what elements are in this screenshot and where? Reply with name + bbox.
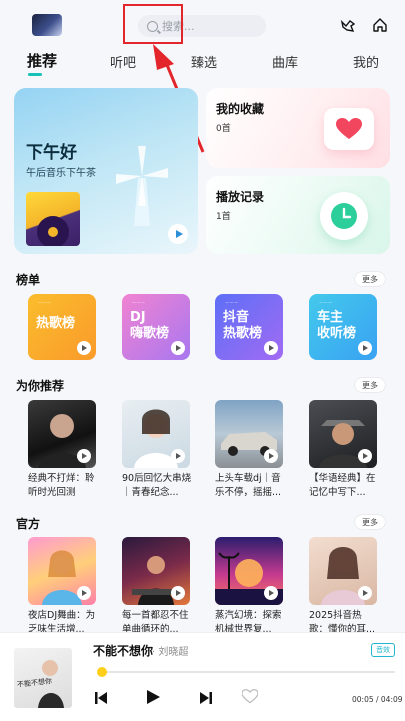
user-avatar[interactable] — [32, 14, 62, 36]
playlist-card[interactable]: 蒸汽幻境：探索机械世界复... — [215, 537, 283, 637]
playlist-cover — [215, 537, 283, 605]
favorites-card[interactable]: 我的收藏 0首 — [206, 88, 390, 168]
home-icon[interactable] — [369, 14, 391, 36]
play-icon[interactable] — [145, 689, 161, 709]
chart-brand: ——— — [132, 300, 146, 305]
favorites-count: 0首 — [216, 124, 231, 134]
chart-dj[interactable]: ——— DJ 嗨歌榜 — [122, 294, 190, 360]
heart-icon — [324, 108, 374, 150]
playlist-card[interactable]: 每一首都忍不住单曲循环的... — [122, 537, 190, 637]
charts-section-title: 榜单 — [16, 273, 41, 287]
tab-library[interactable]: 曲库 — [272, 52, 298, 71]
playlist-play-button[interactable] — [77, 586, 91, 600]
play-icon — [175, 230, 183, 238]
playlist-play-button[interactable] — [171, 586, 185, 600]
playlist-cover — [309, 400, 377, 468]
history-title: 播放记录 — [216, 190, 265, 204]
previous-icon[interactable] — [94, 690, 108, 709]
greeting-banner[interactable]: 下午好 午后音乐下午茶 — [14, 88, 198, 254]
chart-hot-play[interactable] — [77, 341, 91, 355]
charts-more-button[interactable]: 更多 — [355, 272, 385, 286]
playlist-caption: 【华语经典】在记忆中写下... — [309, 473, 376, 498]
now-playing-artist: · 刘晓超 — [152, 647, 189, 658]
chart-douyin[interactable]: ——— 抖音 热歌榜 — [215, 294, 283, 360]
favorites-title: 我的收藏 — [216, 102, 265, 116]
playlist-cover — [28, 537, 96, 605]
next-icon[interactable] — [199, 690, 213, 709]
chart-car[interactable]: ——— 车主 收听榜 — [309, 294, 377, 360]
chart-douyin-line1: 抖音 — [223, 310, 250, 325]
playlist-play-button[interactable] — [171, 449, 185, 463]
banner-title: 下午好 — [26, 143, 77, 163]
tab-mine[interactable]: 我的 — [353, 52, 379, 71]
chart-dj-play[interactable] — [171, 341, 185, 355]
history-count: 1首 — [216, 212, 231, 222]
playlist-card[interactable]: 夜店DJ舞曲：为乏味生活增... — [28, 537, 96, 637]
playlist-cover — [215, 400, 283, 468]
playlist-cover — [122, 537, 190, 605]
playlist-card[interactable]: 90后回忆大串烧｜青春纪念... — [122, 400, 192, 500]
chart-hot[interactable]: ——— 热歌榜 — [28, 294, 96, 360]
playlist-card[interactable]: 经典不打烊：聆听时光回测 — [28, 400, 96, 500]
progress-track[interactable] — [100, 671, 395, 673]
sound-effect-button[interactable]: 音效 — [371, 643, 395, 657]
recommend-section-title: 为你推荐 — [16, 379, 65, 393]
progress-knob[interactable] — [97, 667, 107, 677]
playlist-cover — [28, 400, 96, 468]
playlist-play-button[interactable] — [264, 586, 278, 600]
highlight-box — [123, 4, 183, 44]
chart-car-play[interactable] — [358, 341, 372, 355]
playback-time: 00:05 / 04:09 — [352, 695, 403, 704]
playlist-caption: 经典不打烊：聆听时光回测 — [28, 473, 95, 498]
history-card[interactable]: 播放记录 1首 — [206, 176, 390, 254]
playlist-cover — [122, 400, 190, 468]
chart-brand: ——— — [38, 300, 52, 305]
like-icon[interactable] — [241, 689, 259, 708]
chart-dj-line1: DJ — [130, 310, 146, 325]
now-playing-cover[interactable]: 不能不想你 — [14, 648, 72, 708]
playlist-card[interactable]: 上头车载dj｜音乐不停，摇摇... — [215, 400, 283, 500]
recommend-more-button[interactable]: 更多 — [355, 378, 385, 392]
clock-icon — [320, 192, 368, 240]
banner-cover — [26, 192, 80, 248]
playlist-play-button[interactable] — [358, 449, 372, 463]
playlist-card[interactable]: 2025抖音热歌：懂你的耳... — [309, 537, 377, 637]
tab-listen[interactable]: 听吧 — [110, 52, 136, 71]
tab-recommend[interactable]: 推荐 — [27, 50, 57, 71]
chart-car-line2: 收听榜 — [317, 326, 357, 341]
chart-brand: ——— — [225, 300, 239, 305]
tab-select[interactable]: 臻选 — [191, 52, 217, 71]
chart-douyin-play[interactable] — [264, 341, 278, 355]
playlist-play-button[interactable] — [77, 449, 91, 463]
banner-play-button[interactable] — [168, 224, 188, 244]
playlist-play-button[interactable] — [358, 586, 372, 600]
now-playing-title: 不能不想你 — [93, 644, 154, 658]
playlist-card[interactable]: 【华语经典】在记忆中写下... — [309, 400, 377, 500]
windmill-illustration — [116, 146, 168, 226]
official-section-title: 官方 — [16, 517, 41, 531]
tab-underline — [28, 73, 42, 76]
playlist-play-button[interactable] — [264, 449, 278, 463]
chart-dj-line2: 嗨歌榜 — [130, 326, 170, 341]
bird-icon[interactable] — [337, 15, 359, 37]
playlist-caption: 上头车载dj｜音乐不停，摇摇... — [215, 473, 282, 498]
playlist-cover — [309, 537, 377, 605]
banner-subtitle: 午后音乐下午茶 — [26, 168, 96, 179]
playlist-caption: 90后回忆大串烧｜青春纪念... — [122, 473, 192, 498]
chart-brand: ——— — [319, 300, 333, 305]
chart-douyin-line2: 热歌榜 — [223, 326, 263, 341]
official-more-button[interactable]: 更多 — [355, 515, 385, 529]
chart-car-line1: 车主 — [317, 310, 344, 325]
chart-hot-label: 热歌榜 — [36, 316, 76, 331]
